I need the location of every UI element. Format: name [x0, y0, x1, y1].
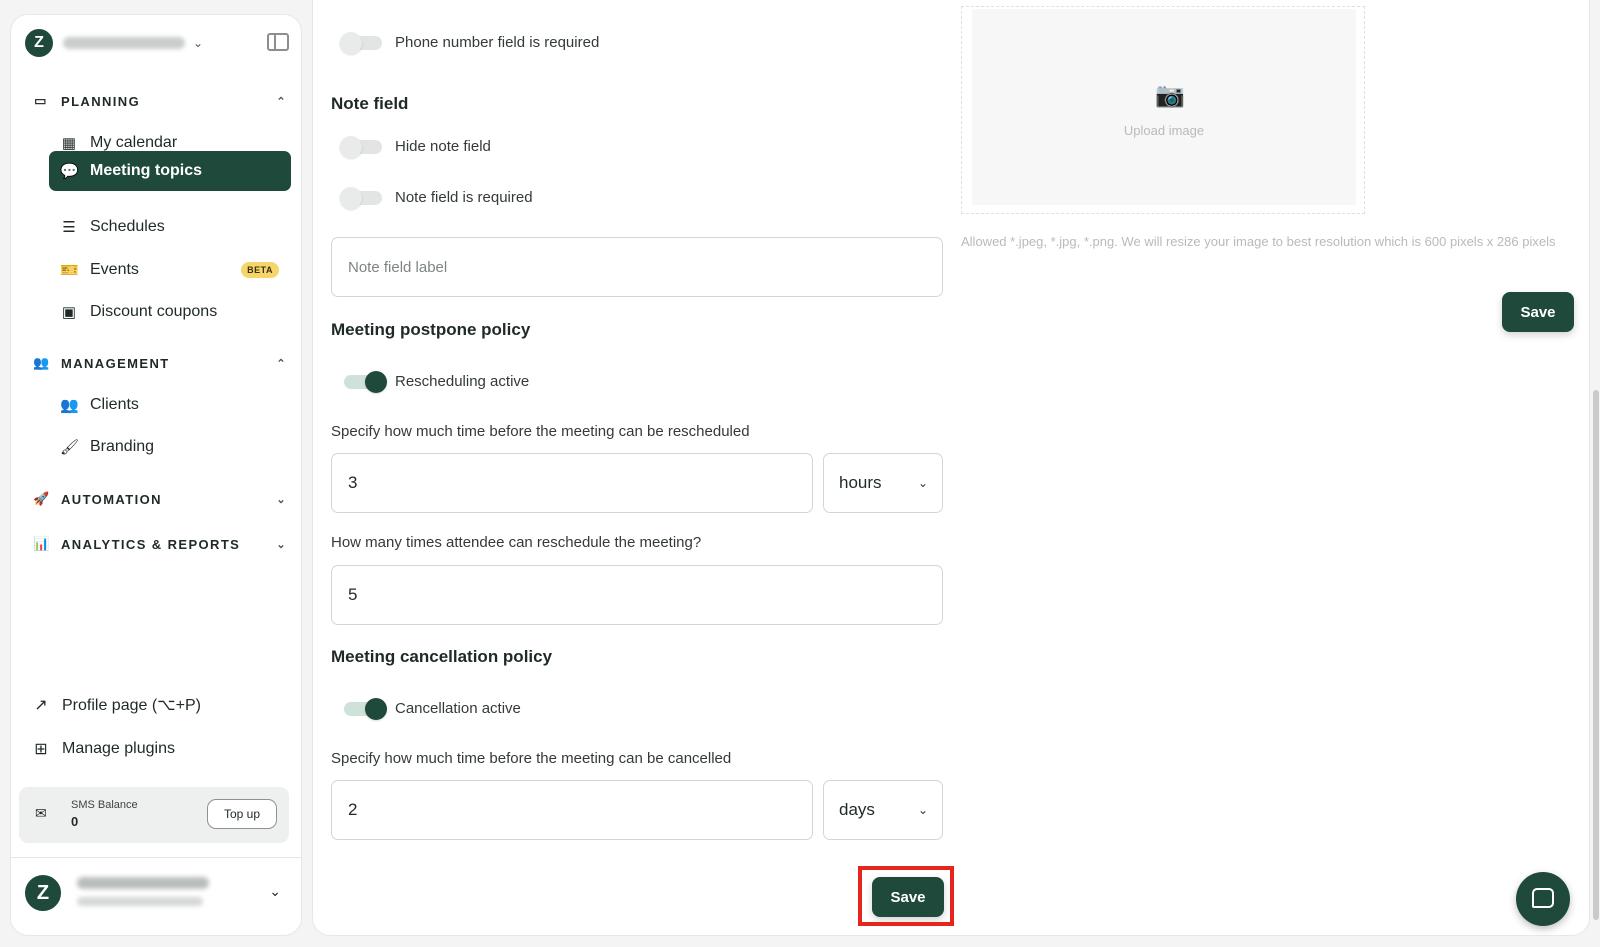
chat-bubbles-icon: 💬 — [60, 163, 79, 180]
chevron-down-icon: ⌄ — [917, 476, 928, 490]
sidebar-item-schedules[interactable]: ☰ Schedules — [49, 207, 291, 247]
hide-note-label: Hide note field — [395, 138, 491, 155]
section-management[interactable]: 👥 MANAGEMENT ⌃ — [33, 352, 295, 374]
reschedule-time-input[interactable]: 3 — [331, 453, 813, 513]
section-analytics-label: ANALYTICS & REPORTS — [61, 536, 241, 552]
sidebar-item-label: Meeting topics — [90, 162, 203, 179]
image-upload-area[interactable]: 📷 Upload image — [961, 6, 1365, 214]
sidebar-item-label: Discount coupons — [90, 303, 218, 320]
sms-balance-card: ✉ SMS Balance 0 Top up — [19, 787, 289, 843]
reschedule-unit-value: hours — [839, 473, 882, 492]
upload-hint: Allowed *.jpeg, *.jpg, *.png. We will re… — [961, 234, 1556, 249]
collapse-sidebar-icon[interactable] — [267, 33, 289, 51]
rescheduling-toggle[interactable] — [344, 371, 387, 393]
cancellation-policy-heading: Meeting cancellation policy — [331, 647, 553, 666]
profile-page-link[interactable]: ↗ Profile page (⌥+P) — [31, 693, 201, 717]
list-icon: ☰ — [62, 219, 76, 236]
phone-required-label: Phone number field is required — [395, 34, 600, 51]
sidebar-item-clients[interactable]: 👥 Clients — [49, 385, 291, 425]
upload-dropzone: 📷 Upload image — [972, 9, 1356, 205]
section-management-label: MANAGEMENT — [61, 355, 170, 371]
reschedule-count-input[interactable]: 5 — [331, 565, 943, 625]
brush-icon: 🖌 — [60, 439, 80, 456]
hide-note-toggle[interactable] — [340, 136, 382, 158]
phone-required-toggle[interactable] — [340, 32, 382, 54]
sidebar: Z ⌄ ▭ PLANNING ⌃ ▦ My calendar 💬 Meeting… — [10, 14, 302, 936]
note-required-toggle[interactable] — [340, 187, 382, 209]
upload-image-label: Upload image — [1123, 123, 1205, 138]
beta-badge: BETA — [241, 262, 279, 278]
sidebar-item-label: Events — [90, 261, 139, 278]
add-photo-icon: 📷 — [1155, 82, 1185, 109]
sidebar-item-label: My calendar — [90, 134, 178, 151]
chat-icon — [1532, 888, 1554, 908]
section-automation[interactable]: 🚀 AUTOMATION ⌄ — [33, 488, 295, 510]
top-up-button[interactable]: Top up — [207, 799, 277, 829]
external-link-icon: ↗ — [34, 697, 48, 714]
ticket-icon: 🎫 — [60, 262, 79, 279]
calendar-icon: ▭ — [34, 93, 48, 108]
reschedule-time-question: Specify how much time before the meeting… — [331, 423, 750, 440]
main-content: Phone number field is required Note fiel… — [312, 0, 1590, 936]
sidebar-item-label: Schedules — [90, 218, 165, 235]
cancel-unit-value: days — [839, 800, 875, 819]
reschedule-unit-select[interactable]: hours ⌄ — [823, 453, 943, 513]
chart-icon: 📊 — [33, 536, 51, 551]
calendar-icon: ▦ — [61, 135, 77, 152]
divider — [11, 857, 301, 858]
users-icon: 👥 — [33, 355, 51, 370]
section-analytics[interactable]: 📊 ANALYTICS & REPORTS ⌄ — [33, 533, 295, 555]
workspace-switcher[interactable]: Z ⌄ — [25, 27, 289, 59]
note-required-label: Note field is required — [395, 189, 533, 206]
chevron-down-icon: ⌄ — [193, 36, 204, 50]
user-menu[interactable]: Z ⌄ — [25, 873, 289, 913]
chat-support-button[interactable] — [1516, 872, 1570, 926]
sms-balance-label: SMS Balance — [71, 799, 138, 811]
chevron-down-icon: ⌄ — [269, 883, 281, 899]
chevron-up-icon: ⌃ — [276, 357, 287, 370]
chevron-down-icon: ⌄ — [276, 538, 287, 551]
sidebar-item-branding[interactable]: 🖌 Branding — [49, 427, 291, 467]
postpone-policy-heading: Meeting postpone policy — [331, 320, 531, 339]
workspace-name-blurred — [63, 37, 185, 49]
save-image-button[interactable]: Save — [1502, 292, 1574, 332]
profile-page-label: Profile page (⌥+P) — [62, 697, 201, 714]
sidebar-item-label: Branding — [90, 438, 155, 455]
sms-balance-value: 0 — [71, 814, 79, 829]
user-name-blurred — [77, 877, 209, 889]
coupon-icon: ▣ — [61, 304, 77, 321]
logo-icon: Z — [25, 29, 53, 57]
chevron-down-icon: ⌄ — [276, 493, 287, 506]
manage-plugins-link[interactable]: ⊞ Manage plugins — [31, 737, 175, 761]
sidebar-item-meeting-topics[interactable]: 💬 Meeting topics — [49, 151, 291, 191]
cancel-unit-select[interactable]: days ⌄ — [823, 780, 943, 840]
sidebar-item-events[interactable]: 🎫 Events BETA — [49, 250, 291, 290]
cancel-time-question: Specify how much time before the meeting… — [331, 750, 732, 767]
rescheduling-active-label: Rescheduling active — [395, 373, 530, 390]
manage-plugins-label: Manage plugins — [62, 740, 175, 757]
cancellation-active-label: Cancellation active — [395, 700, 521, 717]
section-planning[interactable]: ▭ PLANNING ⌃ — [33, 90, 295, 112]
sidebar-item-discount-coupons[interactable]: ▣ Discount coupons — [49, 292, 291, 332]
sidebar-item-label: Clients — [90, 396, 139, 413]
cancellation-toggle[interactable] — [344, 698, 387, 720]
note-field-heading: Note field — [331, 94, 409, 113]
note-field-label-input[interactable]: Note field label — [331, 237, 943, 297]
users-icon: 👥 — [60, 397, 79, 414]
cancel-time-input[interactable]: 2 — [331, 780, 813, 840]
rocket-icon: 🚀 — [33, 491, 51, 506]
reschedule-count-question: How many times attendee can reschedule t… — [331, 534, 702, 551]
section-planning-label: PLANNING — [61, 93, 141, 109]
chevron-down-icon: ⌄ — [917, 803, 928, 817]
section-automation-label: AUTOMATION — [61, 491, 162, 507]
user-email-blurred — [77, 897, 203, 906]
mail-icon: ✉ — [35, 805, 47, 821]
avatar: Z — [25, 875, 61, 911]
plugins-icon: ⊞ — [34, 741, 48, 758]
chevron-up-icon: ⌃ — [276, 95, 287, 108]
highlight-box — [858, 866, 954, 926]
scrollbar[interactable] — [1593, 390, 1599, 920]
